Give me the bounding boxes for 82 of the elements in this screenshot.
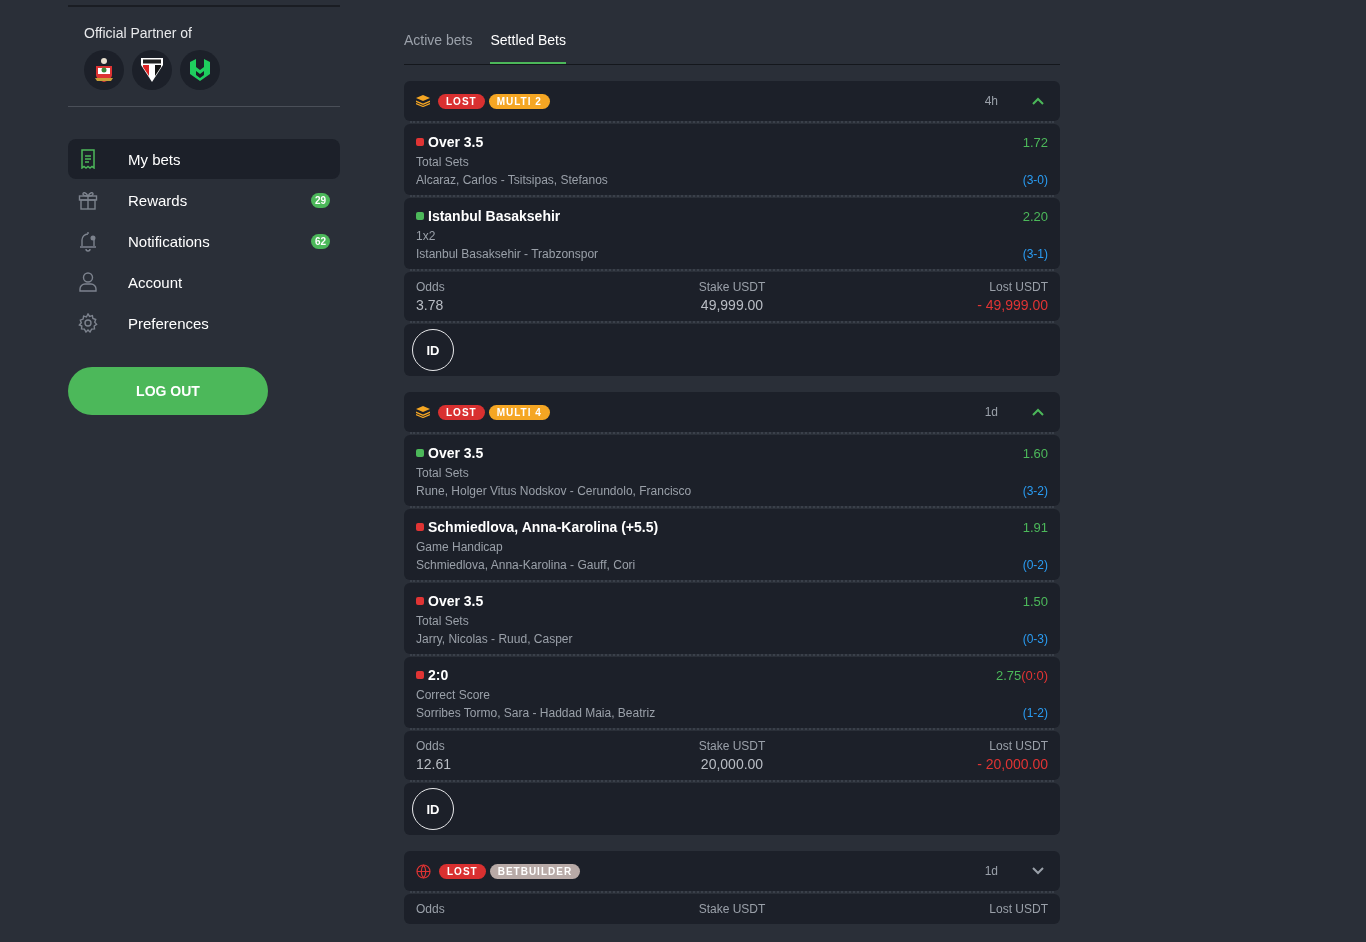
odds-label: Odds	[416, 902, 446, 916]
settings-icon	[78, 313, 98, 333]
count-badge: 62	[310, 233, 330, 249]
receipt-icon	[78, 149, 98, 169]
crest-icon[interactable]	[84, 50, 124, 90]
final-score: (0-3)	[1022, 632, 1048, 646]
result-label: Lost USDT	[989, 280, 1048, 294]
bet-time: 1d	[984, 405, 998, 419]
user-icon	[78, 272, 98, 292]
selection-odds: 1.91	[1022, 519, 1048, 535]
selection-name: Schmiedlova, Anna-Karolina (+5.5)	[428, 519, 660, 535]
final-score: (3-0)	[1022, 173, 1048, 187]
bell-icon	[78, 230, 98, 252]
menu-item[interactable]: Account	[68, 262, 340, 302]
stack-icon	[416, 406, 430, 418]
stake-label: Stake USDT	[698, 902, 766, 916]
result-label: Lost USDT	[989, 902, 1048, 916]
selection-odds: 1.50	[1022, 593, 1048, 609]
count-badge: 29	[310, 192, 330, 208]
stake-amount: 49,999.00	[700, 297, 764, 313]
odds-label: Odds	[416, 280, 446, 294]
lost-amount: - 20,000.00	[977, 756, 1048, 772]
event-name: Schmiedlova, Anna-Karolina - Gauff, Cori	[416, 558, 637, 572]
market-name: Total Sets	[416, 466, 470, 480]
bet-type-badge: MULTI 2	[488, 93, 550, 109]
bet-type-badge: MULTI 4	[488, 404, 550, 420]
final-score: (3-1)	[1022, 247, 1048, 261]
chevron-icon[interactable]	[1032, 867, 1044, 875]
menu-item[interactable]: Notifications 62	[68, 221, 340, 261]
total-odds: 12.61	[416, 756, 453, 772]
gift-icon	[78, 190, 98, 210]
tab[interactable]: Settled Bets	[490, 32, 566, 64]
selection-odds: 1.72	[1022, 134, 1048, 150]
final-score: (0-2)	[1022, 558, 1048, 572]
stake-amount: 20,000.00	[700, 756, 764, 772]
emblem-icon[interactable]	[180, 50, 220, 90]
market-name: Game Handicap	[416, 540, 504, 554]
menu-item[interactable]: Rewards 29	[68, 180, 340, 220]
tab[interactable]: Active bets	[404, 32, 473, 64]
shield-icon[interactable]	[132, 50, 172, 90]
bet-header[interactable]: LOST MULTI 2 4h	[404, 81, 1060, 121]
selection-name: Over 3.5	[428, 445, 485, 461]
bet-time: 1d	[984, 864, 998, 878]
event-name: Istanbul Basaksehir - Trabzonspor	[416, 247, 600, 261]
status-badge: LOST	[438, 93, 485, 109]
lost-amount: - 49,999.00	[977, 297, 1048, 313]
bet-type-badge: BETBUILDER	[489, 863, 581, 879]
bet-header[interactable]: LOST MULTI 4 1d	[404, 392, 1060, 432]
status-badge: LOST	[439, 863, 486, 879]
event-name: Rune, Holger Vitus Nodskov - Cerundolo, Francisco	[416, 484, 693, 498]
market-name: Correct Score	[416, 688, 492, 702]
bet-header[interactable]: LOST BETBUILDER 1d	[404, 851, 1060, 891]
stack-icon	[416, 95, 430, 107]
selection-name: Over 3.5	[428, 593, 485, 609]
total-odds: 3.78	[416, 297, 445, 313]
chevron-icon[interactable]	[1032, 408, 1044, 416]
market-name: Total Sets	[416, 155, 470, 169]
ball-icon	[416, 863, 431, 879]
event-name: Jarry, Nicolas - Ruud, Casper	[416, 632, 574, 646]
menu-item[interactable]: My bets	[68, 139, 340, 179]
selection-odds: 1.60	[1022, 445, 1048, 461]
selection-odds: 2.75	[995, 667, 1022, 683]
stake-label: Stake USDT	[698, 280, 766, 294]
menu-item[interactable]: Preferences	[68, 303, 340, 343]
event-name: Alcaraz, Carlos - Tsitsipas, Stefanos	[416, 173, 609, 187]
event-name: Sorribes Tormo, Sara - Haddad Maia, Beatriz	[416, 706, 657, 720]
final-score: (3-2)	[1022, 484, 1048, 498]
status-badge: LOST	[438, 404, 485, 420]
selection-name: 2:0	[428, 667, 450, 683]
chevron-icon[interactable]	[1032, 97, 1044, 105]
odds-label: Odds	[416, 739, 446, 753]
bet-time: 4h	[984, 94, 998, 108]
final-score: (1-2)	[1022, 706, 1048, 720]
selection-name: Istanbul Basaksehir	[428, 208, 562, 224]
market-name: 1x2	[416, 229, 437, 243]
selection-name: Over 3.5	[428, 134, 485, 150]
live-score: (0:0)	[1021, 667, 1048, 683]
result-label: Lost USDT	[989, 739, 1048, 753]
stake-label: Stake USDT	[698, 739, 766, 753]
market-name: Total Sets	[416, 614, 470, 628]
partner-title: Official Partner of	[84, 25, 193, 41]
selection-odds: 2.20	[1022, 208, 1048, 224]
